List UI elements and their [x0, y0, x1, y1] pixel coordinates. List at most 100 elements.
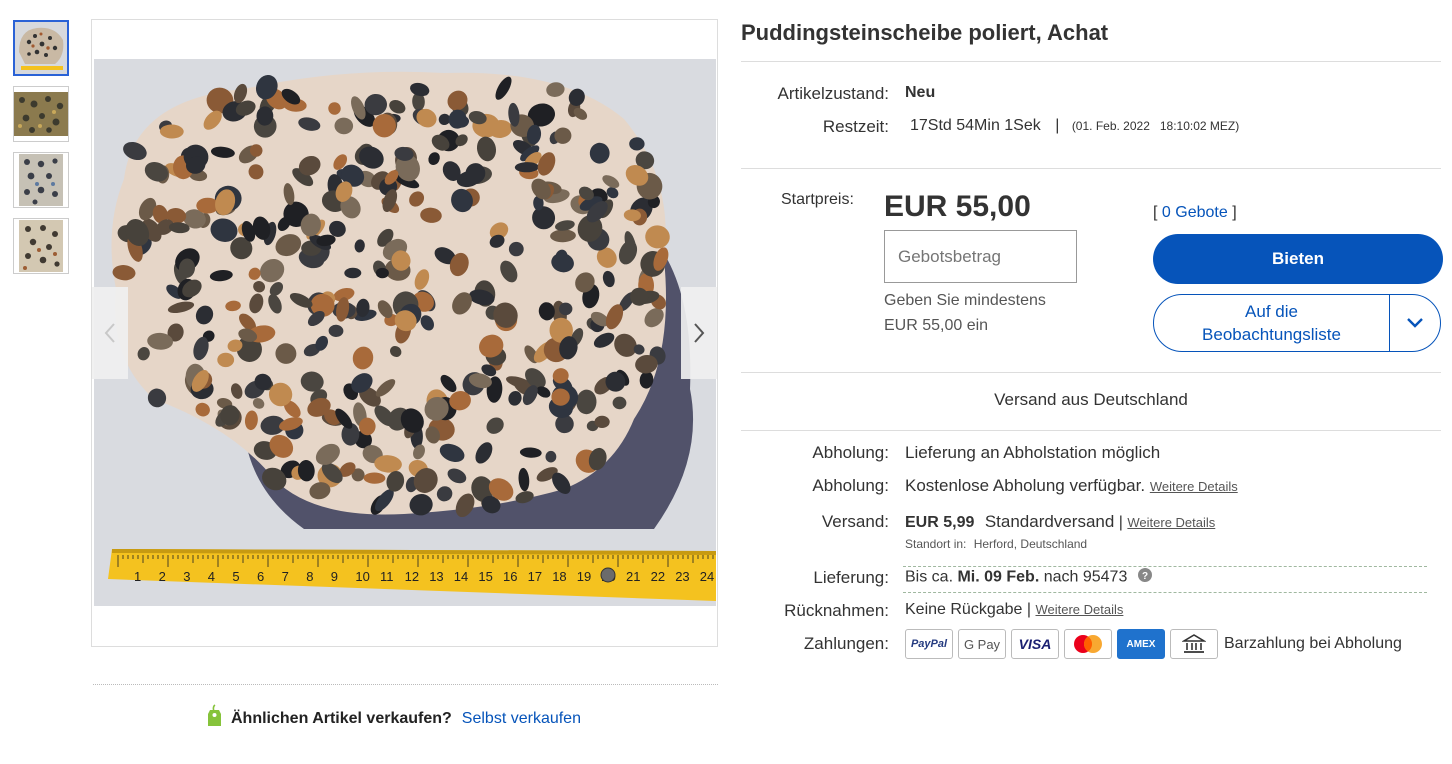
- google-pay-icon: G Pay: [958, 629, 1006, 659]
- ruler-number: 3: [183, 569, 190, 584]
- divider: [93, 684, 718, 685]
- delivery-date: Mi. 09 Feb.: [957, 568, 1040, 586]
- returns-details-link[interactable]: Weitere Details: [1035, 602, 1123, 617]
- pickup-label: Abholung:: [812, 476, 889, 495]
- ruler-number: 16: [503, 569, 517, 584]
- ruler-number: 2: [159, 569, 166, 584]
- separator: |: [1026, 601, 1032, 618]
- ruler-number: 17: [528, 569, 542, 584]
- pickup-free-value: Kostenlose Abholung verfügbar.: [905, 476, 1146, 495]
- previous-image-button[interactable]: [92, 287, 128, 379]
- ship-from: Versand aus Deutschland: [994, 390, 1188, 409]
- ruler-number: 15: [478, 569, 492, 584]
- ruler-number: 4: [208, 569, 215, 584]
- payment-methods: PayPal G Pay VISA AMEX Barzahlung bei Ab…: [905, 629, 1402, 659]
- thumbnail-4[interactable]: [13, 218, 69, 274]
- watchlist-dropdown-button[interactable]: [1390, 295, 1440, 351]
- ruler-number: 1: [134, 569, 141, 584]
- next-image-button[interactable]: [681, 287, 717, 379]
- separator: |: [1055, 117, 1060, 134]
- time-left-row: 17Std 54Min 1Sek | (01. Feb. 2022 18:10:…: [910, 117, 1239, 135]
- shipping-method: Standardversand: [984, 512, 1115, 531]
- time-left-value: 17Std 54Min 1Sek: [910, 117, 1041, 134]
- sell-yourself-link[interactable]: Selbst verkaufen: [462, 710, 581, 728]
- start-price-label: Startpreis:: [781, 191, 854, 208]
- time-left-label: Restzeit:: [822, 117, 889, 136]
- item-title: Puddingsteinscheibe poliert, Achat: [741, 20, 1109, 45]
- separator: |: [1118, 514, 1123, 531]
- watchlist-line-2: Beobachtungsliste: [1202, 325, 1341, 344]
- ruler-number: 10: [355, 569, 369, 584]
- shipping-details-link[interactable]: Weitere Details: [1127, 515, 1215, 530]
- sell-similar-label: Ähnlichen Artikel verkaufen?: [231, 709, 452, 727]
- amex-icon: AMEX: [1117, 629, 1165, 659]
- ruler-number: 7: [282, 569, 289, 584]
- bid-hint-line-1: Geben Sie mindestens: [884, 292, 1046, 309]
- thumbnail-1[interactable]: [13, 20, 69, 76]
- ruler-number: 23: [675, 569, 689, 584]
- ruler-number: 11: [380, 569, 394, 584]
- bracket-open: [: [1153, 204, 1158, 221]
- bid-amount-input[interactable]: [884, 230, 1077, 283]
- ruler-number: 9: [331, 569, 338, 584]
- ruler-number: 18: [552, 569, 566, 584]
- watchlist-button[interactable]: Auf die Beobachtungsliste: [1153, 294, 1441, 352]
- divider: [903, 566, 1427, 567]
- help-icon[interactable]: ?: [1137, 568, 1152, 587]
- pickup-details-link[interactable]: Weitere Details: [1150, 479, 1238, 494]
- ruler-number: 13: [429, 569, 443, 584]
- bid-hint: Geben Sie mindestens EUR 55,00 ein: [884, 288, 1046, 338]
- divider: [741, 430, 1441, 431]
- shipping-price: EUR 5,99: [905, 514, 975, 531]
- delivery-postcode: nach 95473: [1043, 568, 1128, 586]
- chevron-right-icon: [694, 323, 705, 343]
- chevron-down-icon: [1407, 318, 1423, 328]
- main-image-viewer[interactable]: 123456789101112131415161718192021222324: [91, 19, 718, 647]
- condition-value: Neu: [905, 84, 936, 101]
- bids-count-link[interactable]: 0 Gebote: [1162, 204, 1228, 221]
- ruler-number: 21: [626, 569, 640, 584]
- ruler-number: 12: [405, 569, 419, 584]
- pickup-value: Lieferung an Abholstation möglich: [905, 443, 1161, 462]
- delivery-label: Lieferung:: [813, 568, 889, 587]
- payments-label: Zahlungen:: [803, 634, 889, 653]
- delivery-prefix: Bis ca.: [905, 568, 954, 586]
- thumbnail-strip: [13, 20, 70, 284]
- ruler-number: 22: [651, 569, 665, 584]
- pickup-label: Abholung:: [812, 443, 889, 462]
- place-bid-button[interactable]: Bieten: [1153, 234, 1443, 284]
- end-time: (01. Feb. 2022 18:10:02 MEZ): [1071, 119, 1240, 133]
- mastercard-icon: [1064, 629, 1112, 659]
- ruler-number: 14: [454, 569, 468, 584]
- divider: [741, 168, 1441, 169]
- paypal-icon: PayPal: [905, 629, 953, 659]
- divider: [903, 592, 1427, 593]
- bracket-close: ]: [1232, 204, 1237, 221]
- thumbnail-2[interactable]: [13, 86, 69, 142]
- start-price: EUR 55,00: [884, 190, 1031, 223]
- cash-on-pickup: Barzahlung bei Abholung: [1224, 635, 1402, 652]
- returns-value: Keine Rückgabe: [905, 601, 1023, 618]
- ruler-number: 19: [577, 569, 591, 584]
- returns-label: Rücknahmen:: [784, 601, 889, 620]
- thumbnail-3[interactable]: [13, 152, 69, 208]
- pickup-free-row: Kostenlose Abholung verfügbar. Weitere D…: [905, 476, 1238, 496]
- bid-hint-line-2: EUR 55,00 ein: [884, 317, 989, 334]
- visa-icon: VISA: [1011, 629, 1059, 659]
- condition-label: Artikelzustand:: [777, 84, 890, 103]
- shipping-label: Versand:: [821, 512, 889, 531]
- location-value: Herford, Deutschland: [973, 537, 1088, 551]
- add-to-watchlist-button[interactable]: Auf die Beobachtungsliste: [1154, 295, 1390, 351]
- price-tag-icon: [206, 704, 223, 733]
- delivery-row: Bis ca. Mi. 09 Feb. nach 95473 ?: [905, 568, 1152, 587]
- shipping-row: EUR 5,99 Standardversand | Weitere Detai…: [905, 512, 1215, 532]
- product-photo: 123456789101112131415161718192021222324: [94, 59, 716, 606]
- ruler-number: 8: [306, 569, 313, 584]
- svg-text:?: ?: [1142, 571, 1148, 582]
- divider: [741, 372, 1441, 373]
- location-label: Standort in:: [905, 537, 967, 551]
- watchlist-line-1: Auf die: [1245, 302, 1298, 321]
- bids-count: [ 0 Gebote ]: [1153, 204, 1237, 222]
- ruler-number: 6: [257, 569, 264, 584]
- divider: [741, 61, 1441, 62]
